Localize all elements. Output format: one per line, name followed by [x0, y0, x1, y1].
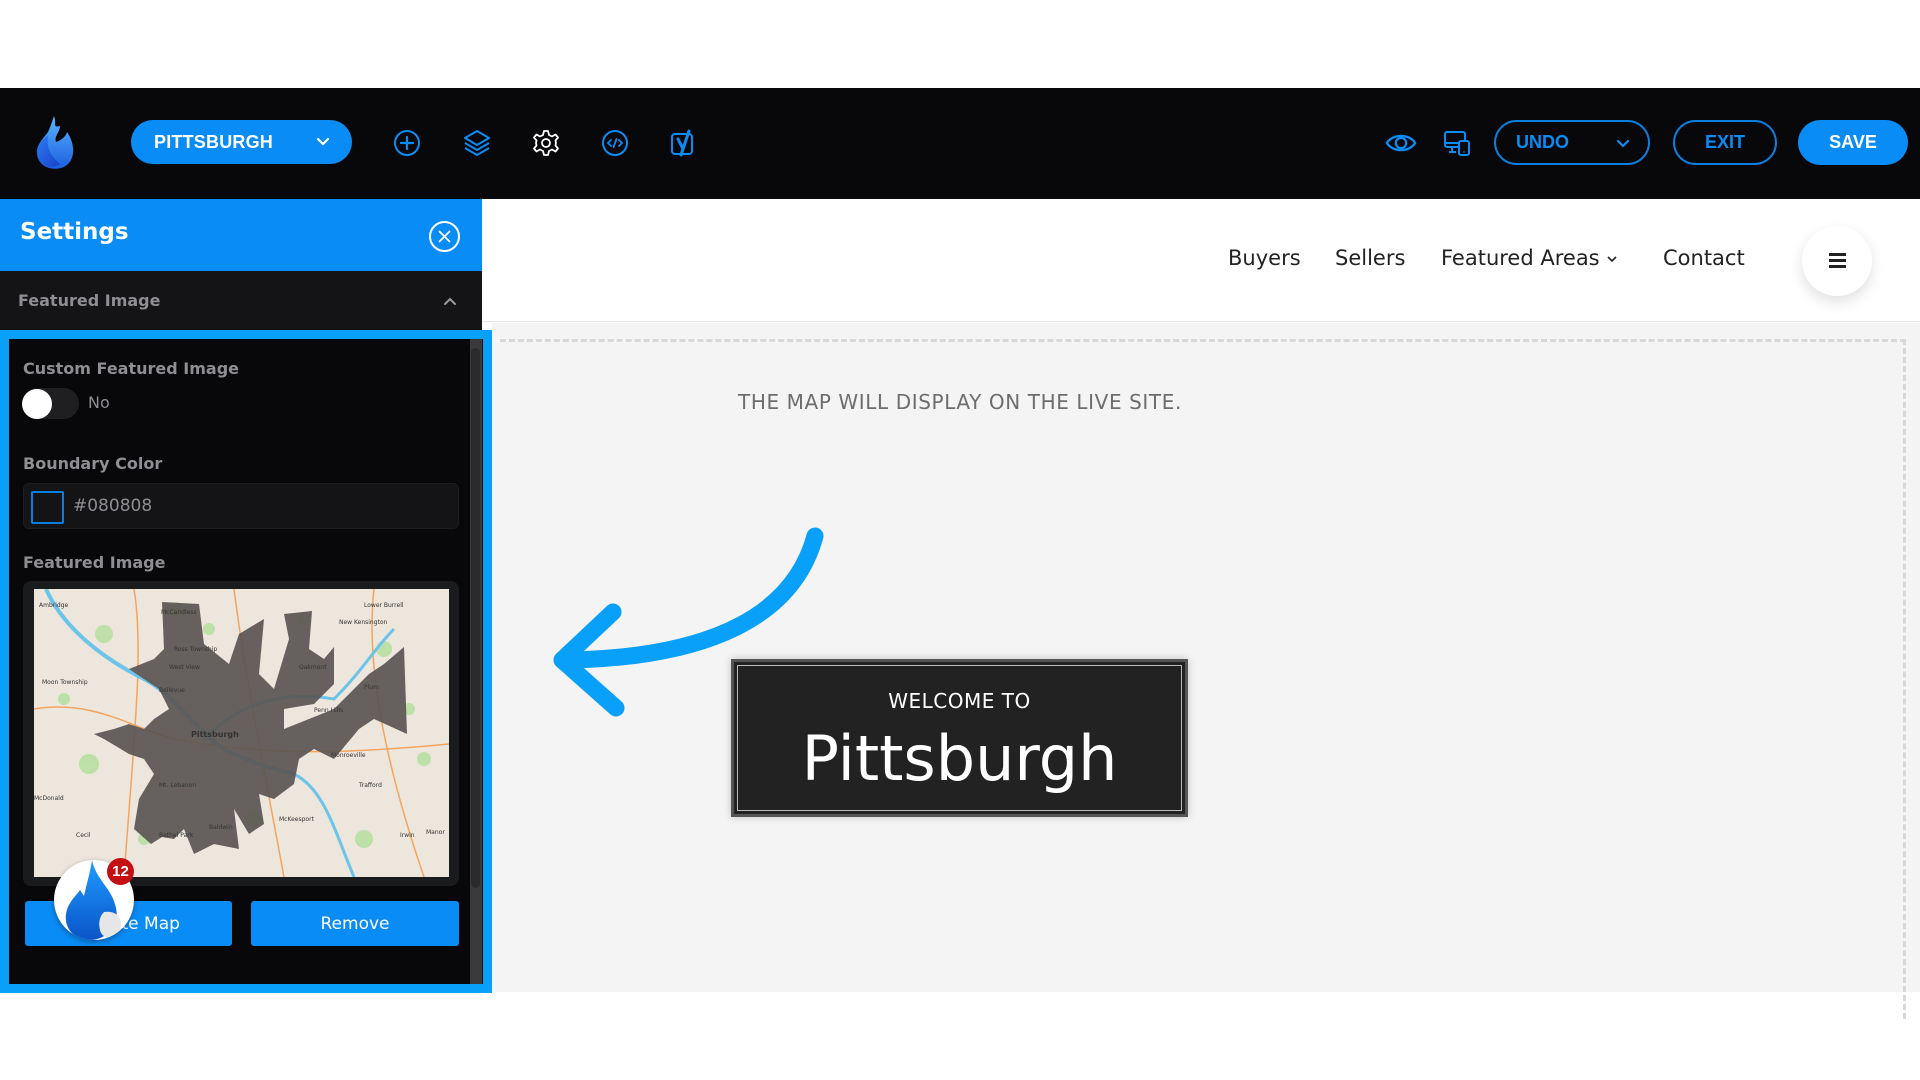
svg-text:Mt. Lebanon: Mt. Lebanon — [159, 782, 196, 789]
code-icon[interactable] — [599, 127, 631, 159]
svg-text:Cecil: Cecil — [76, 832, 91, 839]
menu-line — [1829, 259, 1846, 262]
undo-button[interactable]: UNDO — [1494, 120, 1650, 165]
svg-text:West View: West View — [169, 664, 200, 671]
svg-text:Trafford: Trafford — [358, 782, 382, 789]
svg-text:McCandless: McCandless — [161, 609, 197, 616]
svg-text:Penn Hills: Penn Hills — [314, 707, 343, 714]
svg-text:Plum: Plum — [364, 684, 379, 691]
page: PITTSBURGH UNDO EXIT SAVE Settings Featu… — [0, 0, 1920, 1080]
svg-text:Ross Township: Ross Township — [174, 646, 217, 653]
svg-text:Ambridge: Ambridge — [39, 602, 69, 609]
nav-buyers[interactable]: Buyers — [1228, 246, 1301, 270]
welcome-title: Pittsburgh — [801, 722, 1118, 795]
exit-button[interactable]: EXIT — [1673, 120, 1777, 165]
hamburger-menu-button[interactable] — [1802, 226, 1872, 296]
nav-contact[interactable]: Contact — [1663, 246, 1745, 270]
menu-line — [1829, 253, 1846, 256]
preview-eye-icon[interactable] — [1385, 127, 1417, 159]
settings-panel-header: Settings — [0, 199, 482, 271]
nav-sellers[interactable]: Sellers — [1335, 246, 1405, 270]
notification-badge: 12 — [107, 858, 134, 885]
svg-text:Bethel Park: Bethel Park — [159, 832, 194, 839]
yoast-seo-icon[interactable] — [668, 127, 700, 159]
save-button[interactable]: SAVE — [1798, 120, 1908, 165]
custom-featured-image-toggle[interactable] — [22, 388, 79, 419]
svg-text:Pittsburgh: Pittsburgh — [191, 730, 239, 739]
site-selector-label: PITTSBURGH — [154, 131, 273, 152]
svg-text:Monroeville: Monroeville — [331, 752, 366, 759]
settings-panel-title: Settings — [20, 219, 129, 245]
section-title: Featured Image — [18, 291, 161, 310]
settings-gear-icon[interactable] — [530, 127, 562, 159]
color-value: #080808 — [73, 496, 153, 516]
toggle-knob — [22, 389, 52, 419]
svg-text:McKeesport: McKeesport — [279, 816, 315, 823]
add-icon[interactable] — [391, 127, 423, 159]
chevron-down-icon — [1607, 256, 1617, 263]
svg-text:Oakmont: Oakmont — [299, 664, 327, 671]
featured-image-label: Featured Image — [23, 553, 166, 572]
map-placeholder-note: THE MAP WILL DISPLAY ON THE LIVE SITE. — [738, 390, 1182, 414]
site-selector-dropdown[interactable]: PITTSBURGH — [131, 120, 352, 164]
panel-scrollbar-thumb[interactable] — [471, 348, 480, 888]
svg-text:Lower Burrell: Lower Burrell — [364, 602, 404, 609]
featured-map-image[interactable]: Ambridge McCandless Lower Burrell New Ke… — [34, 589, 449, 877]
chevron-up-icon[interactable] — [441, 292, 459, 310]
app-logo-flame-icon[interactable] — [30, 112, 80, 172]
featured-image-section-header[interactable]: Featured Image — [0, 271, 482, 331]
toggle-state-text: No — [88, 393, 110, 412]
close-icon — [438, 230, 451, 243]
nav-featured-areas[interactable]: Featured Areas — [1441, 246, 1618, 270]
svg-text:Baldwin: Baldwin — [209, 824, 233, 831]
undo-label: UNDO — [1516, 132, 1569, 152]
chevron-down-icon — [316, 137, 330, 146]
remove-button[interactable]: Remove — [251, 901, 459, 946]
close-panel-button[interactable] — [429, 221, 460, 252]
responsive-devices-icon[interactable] — [1441, 127, 1473, 159]
svg-text:McDonald: McDonald — [34, 795, 64, 802]
svg-text:Manor: Manor — [426, 829, 445, 836]
svg-text:Irwin: Irwin — [400, 832, 415, 839]
chevron-down-icon[interactable] — [1614, 134, 1632, 152]
svg-text:New Kensington: New Kensington — [339, 619, 388, 626]
svg-text:Bellevue: Bellevue — [159, 687, 185, 694]
layers-icon[interactable] — [461, 127, 493, 159]
color-swatch[interactable] — [31, 491, 64, 524]
custom-featured-image-label: Custom Featured Image — [23, 359, 239, 378]
menu-line — [1829, 265, 1846, 268]
annotation-arrow-icon — [553, 527, 824, 717]
boundary-color-label: Boundary Color — [23, 454, 163, 473]
nav-featured-areas-label: Featured Areas — [1441, 246, 1600, 270]
boundary-color-input[interactable]: #080808 — [23, 483, 459, 529]
svg-text:Moon Township: Moon Township — [42, 679, 88, 686]
